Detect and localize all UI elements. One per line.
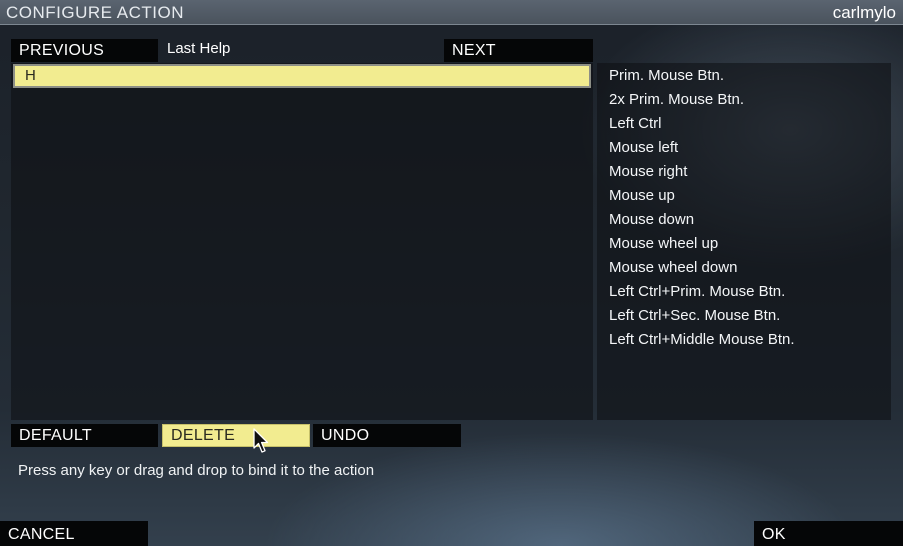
key-binding-field[interactable]: H bbox=[13, 64, 591, 88]
list-item[interactable]: Mouse left bbox=[609, 138, 795, 162]
undo-button[interactable]: UNDO bbox=[313, 424, 461, 447]
cancel-button[interactable]: CANCEL bbox=[0, 521, 148, 546]
username-label: carlmylo bbox=[832, 3, 896, 22]
list-item[interactable]: Left Ctrl+Middle Mouse Btn. bbox=[609, 330, 795, 354]
mouse-pointer-icon bbox=[253, 428, 269, 453]
next-button[interactable]: NEXT bbox=[444, 39, 593, 62]
binding-panel bbox=[11, 63, 593, 420]
list-item[interactable]: Mouse wheel up bbox=[609, 234, 795, 258]
list-item[interactable]: Mouse wheel down bbox=[609, 258, 795, 282]
title-bar: CONFIGURE ACTION carlmylo bbox=[0, 0, 903, 25]
list-item[interactable]: 2x Prim. Mouse Btn. bbox=[609, 90, 795, 114]
help-label: Last Help bbox=[167, 40, 231, 57]
ok-button[interactable]: OK bbox=[754, 521, 903, 546]
list-item[interactable]: Prim. Mouse Btn. bbox=[609, 66, 795, 90]
list-item[interactable]: Mouse right bbox=[609, 162, 795, 186]
default-button[interactable]: DEFAULT bbox=[11, 424, 158, 447]
hint-text: Press any key or drag and drop to bind i… bbox=[18, 462, 375, 479]
delete-button[interactable]: DELETE bbox=[162, 424, 310, 447]
list-item[interactable]: Left Ctrl+Prim. Mouse Btn. bbox=[609, 282, 795, 306]
previous-button[interactable]: PREVIOUS bbox=[11, 39, 158, 62]
list-item[interactable]: Mouse up bbox=[609, 186, 795, 210]
action-list: Prim. Mouse Btn. 2x Prim. Mouse Btn. Lef… bbox=[609, 66, 795, 354]
dialog-title: CONFIGURE ACTION bbox=[6, 3, 185, 22]
list-item[interactable]: Mouse down bbox=[609, 210, 795, 234]
list-item[interactable]: Left Ctrl bbox=[609, 114, 795, 138]
list-item[interactable]: Left Ctrl+Sec. Mouse Btn. bbox=[609, 306, 795, 330]
